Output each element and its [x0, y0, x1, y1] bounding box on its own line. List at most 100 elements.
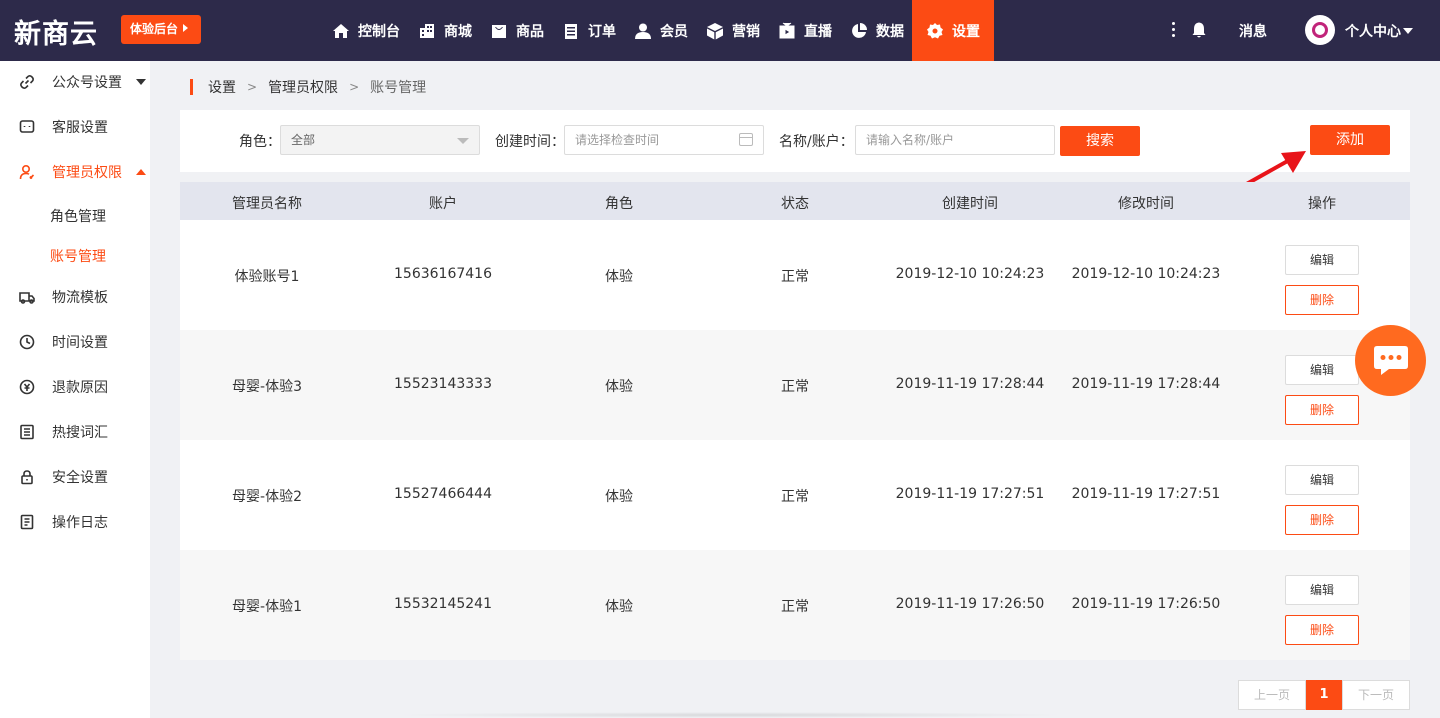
nav-settings[interactable]: 设置	[912, 0, 994, 61]
home-icon	[333, 23, 349, 38]
nav-label: 控制台	[358, 23, 400, 40]
cell-modified-time: 2019-11-19 17:26:50	[1071, 596, 1221, 612]
sidebar-subitem-roles[interactable]: 角色管理	[50, 206, 106, 226]
sidebar-item-customer-service[interactable]: 客服设置	[0, 107, 150, 147]
nav-label: 商品	[516, 23, 544, 40]
sidebar-item-admin-permissions[interactable]: 管理员权限	[0, 152, 150, 192]
edit-button[interactable]: 编辑	[1285, 355, 1359, 385]
nav-label: 营销	[732, 23, 760, 40]
delete-button[interactable]: 删除	[1285, 615, 1359, 645]
sidebar-item-hot-search[interactable]: 热搜词汇	[0, 412, 150, 452]
lock-icon	[19, 469, 35, 485]
breadcrumb-account-management: 账号管理	[370, 80, 427, 96]
name-account-placeholder: 请输入名称/账户	[866, 133, 955, 147]
nav-data[interactable]: 数据	[840, 0, 912, 61]
sidebar-item-label: 操作日志	[52, 515, 108, 531]
play-arrow-icon	[183, 24, 189, 32]
bottom-shadow	[390, 712, 1070, 718]
edit-button[interactable]: 编辑	[1285, 465, 1359, 495]
caret-down-icon	[136, 79, 146, 85]
pie-icon	[852, 22, 867, 38]
sidebar-item-time[interactable]: 时间设置	[0, 322, 150, 362]
breadcrumb-admin-permissions[interactable]: 管理员权限	[268, 77, 338, 97]
cell-role: 体验	[605, 489, 633, 505]
sidebar-item-label: 热搜词汇	[52, 425, 108, 441]
chat-bubble-icon	[1374, 346, 1408, 375]
clock-icon	[19, 334, 35, 350]
breadcrumb-settings[interactable]: 设置	[208, 77, 236, 97]
cell-admin-name: 体验账号1	[234, 269, 300, 285]
trial-backend-button[interactable]: 体验后台	[121, 15, 201, 44]
col-actions: 操作	[1308, 196, 1336, 212]
clipboard-icon	[565, 23, 577, 39]
sidebar-item-logistics[interactable]: 物流模板	[0, 277, 150, 317]
admin-icon	[19, 164, 35, 180]
trial-backend-label: 体验后台	[130, 22, 179, 36]
list-icon	[19, 424, 35, 440]
personal-center-menu[interactable]: 个人中心	[1345, 21, 1413, 41]
nav-products[interactable]: 商品	[480, 0, 552, 61]
truck-icon	[19, 289, 35, 305]
cell-modified-time: 2019-11-19 17:27:51	[1071, 486, 1221, 502]
sidebar: 公众号设置 客服设置 管理员权限 角色管理 账号管理 物流模板 时间设置 退款原…	[0, 61, 150, 718]
nav-orders[interactable]: 订单	[552, 0, 624, 61]
role-select[interactable]: 全部	[280, 125, 480, 155]
search-button[interactable]: 搜索	[1060, 126, 1140, 156]
cell-role: 体验	[605, 269, 633, 285]
add-button[interactable]: 添加	[1310, 125, 1390, 155]
cell-account: 15532145241	[394, 596, 492, 612]
nav-dashboard[interactable]: 控制台	[322, 0, 408, 61]
cell-created-time: 2019-11-19 17:26:50	[895, 596, 1045, 612]
next-page-button[interactable]: 下一页	[1342, 680, 1410, 710]
breadcrumb-marker	[190, 79, 193, 95]
breadcrumb: 设置 > 管理员权限 > 账号管理	[190, 78, 426, 96]
top-bar: 新商云 体验后台 控制台 商城 商品 订单 会员 营销 直播 数据 设置 消息 …	[0, 0, 1440, 61]
log-icon	[19, 514, 35, 530]
messages-link[interactable]: 消息	[1239, 21, 1267, 41]
page-1-button[interactable]: 1	[1306, 680, 1342, 710]
delete-button[interactable]: 删除	[1285, 285, 1359, 315]
delete-button[interactable]: 删除	[1285, 505, 1359, 535]
customer-service-chat-button[interactable]	[1355, 325, 1426, 396]
name-account-input[interactable]: 请输入名称/账户	[855, 125, 1055, 155]
caret-up-icon	[136, 169, 146, 175]
cell-admin-name: 母婴-体验2	[232, 489, 302, 505]
chevron-down-icon	[457, 138, 469, 144]
cube-icon	[707, 22, 723, 39]
role-select-value: 全部	[291, 133, 316, 147]
chat-icon	[19, 119, 35, 135]
sidebar-subitem-accounts[interactable]: 账号管理	[50, 246, 106, 266]
sidebar-item-label: 物流模板	[52, 290, 108, 306]
bell-icon[interactable]	[1190, 21, 1208, 39]
app-logo[interactable]: 新商云	[14, 12, 98, 51]
col-role: 角色	[605, 196, 633, 212]
created-time-label: 创建时间：	[495, 134, 565, 150]
avatar[interactable]	[1305, 15, 1335, 45]
cell-account: 15523143333	[394, 376, 492, 392]
table-row: 母婴-体验2 15527466444 体验 正常 2019-11-19 17:2…	[180, 440, 1410, 550]
sidebar-item-operation-log[interactable]: 操作日志	[0, 502, 150, 542]
sidebar-item-refund[interactable]: 退款原因	[0, 367, 150, 407]
more-menu-icon[interactable]	[1168, 20, 1178, 40]
edit-button[interactable]: 编辑	[1285, 575, 1359, 605]
nav-marketing[interactable]: 营销	[696, 0, 768, 61]
personal-center-label: 个人中心	[1345, 24, 1401, 40]
nav-label: 数据	[876, 23, 904, 40]
caret-down-icon	[1403, 28, 1413, 34]
sidebar-item-label: 安全设置	[52, 470, 108, 486]
table-row: 母婴-体验1 15532145241 体验 正常 2019-11-19 17:2…	[180, 550, 1410, 660]
prev-page-button[interactable]: 上一页	[1238, 680, 1306, 710]
tv-icon	[779, 22, 795, 38]
nav-members[interactable]: 会员	[624, 0, 696, 61]
delete-button[interactable]: 删除	[1285, 395, 1359, 425]
cell-modified-time: 2019-12-10 10:24:23	[1071, 266, 1221, 282]
nav-mall[interactable]: 商城	[408, 0, 480, 61]
col-created-time: 创建时间	[942, 196, 998, 212]
nav-label: 设置	[952, 23, 980, 40]
nav-live[interactable]: 直播	[768, 0, 840, 61]
edit-button[interactable]: 编辑	[1285, 245, 1359, 275]
sidebar-item-wechat[interactable]: 公众号设置	[0, 62, 150, 102]
sidebar-item-security[interactable]: 安全设置	[0, 457, 150, 497]
created-time-picker[interactable]: 请选择检查时间	[564, 125, 764, 155]
cell-modified-time: 2019-11-19 17:28:44	[1071, 376, 1221, 392]
